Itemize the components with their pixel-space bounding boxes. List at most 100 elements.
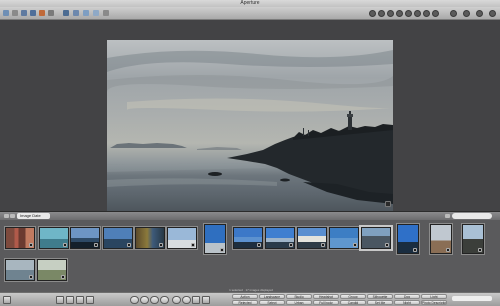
thumbnail-badge-icon [289,243,293,247]
window-title-bar: Aperture [0,0,500,7]
compare-icon[interactable] [83,10,89,16]
stack-icon[interactable] [73,10,79,16]
thumbnail-coast-2[interactable] [265,227,295,249]
view-mode-icon[interactable] [103,10,109,16]
next-button[interactable] [182,296,191,304]
light-table-icon[interactable] [39,10,45,16]
thumbnail-badge-icon [220,248,224,252]
metadata-icon[interactable] [489,10,496,17]
thumbnail-badge-icon [321,243,325,247]
layout-icon[interactable] [93,10,99,16]
thumbnail-winter-trees[interactable] [167,227,197,249]
thumbnail-badge-icon [94,243,98,247]
adjust-icon[interactable] [476,10,483,17]
window-title: Aperture [240,0,260,6]
thumbnail-red-doors[interactable] [5,227,35,249]
filmstrip-toggle-icon[interactable] [56,296,64,304]
keyword-button-studio[interactable]: Studio [286,294,312,299]
keyword-button-rejected[interactable]: Rejected [232,300,258,305]
smart-album-icon[interactable] [63,10,69,16]
thumbnail-badge-icon [29,275,33,279]
viewer-toggle-icon[interactable] [66,296,74,304]
keyword-button-light[interactable]: Light [421,294,447,299]
sort-select-value: Image Date [20,213,41,218]
stack-button[interactable] [202,296,210,304]
thumbnail-trees-lake[interactable] [135,227,165,249]
red-eye-icon[interactable] [405,10,412,17]
straighten-icon[interactable] [396,10,403,17]
new-project-icon[interactable] [3,10,9,16]
keyword-button-candid[interactable]: Candid [340,300,366,305]
thumbnail-silhouette[interactable] [462,224,484,254]
rating-up-button[interactable] [150,296,159,304]
thumbnail-rooftop[interactable] [39,227,69,249]
spot-patch-icon[interactable] [414,10,421,17]
thumbnail-badge-icon [385,243,389,247]
thumbnail-hazy-sea[interactable] [5,259,35,281]
show-projects-icon[interactable] [3,296,11,304]
grid-view-icon[interactable] [4,214,9,218]
web-gallery-icon[interactable] [30,10,36,16]
thumbnail-badge-icon [191,243,195,247]
inspector-icon[interactable] [463,10,470,17]
main-photo[interactable] [107,40,393,228]
thumbnail-shoreline-2[interactable] [103,227,133,249]
keyword-button-landscape[interactable]: Landscape [259,294,285,299]
browser-header: Image Date [0,211,500,220]
sort-select[interactable]: Image Date [17,213,50,219]
keyword-button-headshot[interactable]: Headshot [313,294,339,299]
fullscreen-toggle-icon[interactable] [86,296,94,304]
keyword-button-silhouette[interactable]: Silhouette [367,294,393,299]
thumbnail-coast-1[interactable] [233,227,263,249]
keyword-input[interactable] [452,296,492,301]
thumbnail-badge-icon [413,248,417,252]
rotate-right-icon[interactable] [378,10,385,17]
thumbnail-badge-icon [61,275,65,279]
thumbnail-bright-coast[interactable] [297,227,327,249]
thumbnail-badge-icon [257,243,261,247]
select-button[interactable] [160,296,169,304]
keyword-button-full-body[interactable]: Full body [313,300,339,305]
thumbnail-shoreline-1[interactable] [70,227,100,249]
thumbnail-landscape[interactable] [37,259,67,281]
thumbnail-rocks[interactable] [361,227,391,249]
lift-stamp-icon[interactable] [423,10,430,17]
browser-toggle-icon[interactable] [76,296,84,304]
thumbnail-badge-icon [127,243,131,247]
thumbnail-blue-sky[interactable] [397,224,419,254]
book-icon[interactable] [48,10,54,16]
keyword-button-night[interactable]: Night [394,300,420,305]
album-icon[interactable] [21,10,27,16]
thumbnail-badge-icon [353,243,357,247]
keyword-button-set-me[interactable]: Set Me [367,300,393,305]
thumbnail-badge-icon [63,243,67,247]
hud-icon[interactable] [432,10,439,17]
list-view-icon[interactable] [10,214,15,218]
thumbnail-blue-water[interactable] [329,227,359,249]
search-input[interactable] [452,213,492,219]
thumbnail-badge-icon [478,248,482,252]
loupe-icon[interactable] [450,10,457,17]
browser-pane [0,220,500,292]
keyword-buttons: Action Landscape Studio Headshot Group Silhou… [232,293,450,306]
toolbar [0,7,500,20]
thumbnail-tree-sky[interactable] [204,224,226,254]
keyword-button-group[interactable]: Group [340,294,366,299]
keyword-button-action[interactable]: Action [232,294,258,299]
rotate-left-icon[interactable] [369,10,376,17]
keyword-button-dog[interactable]: Dog [394,294,420,299]
crop-icon[interactable] [387,10,394,17]
previous-button[interactable] [172,296,181,304]
keyword-button-photo-description[interactable]: Photo Description [421,300,447,305]
thumbnail-badge-icon [29,243,33,247]
reject-button[interactable] [130,296,139,304]
full-screen-icon[interactable] [385,201,391,207]
keyword-button-urban[interactable]: Urban [286,300,312,305]
import-icon[interactable] [12,10,18,16]
keyword-button-select[interactable]: Select [259,300,285,305]
thumbnail-badge-icon [159,243,163,247]
thumbnail-bare-tree[interactable] [430,224,452,254]
rating-down-button[interactable] [140,296,149,304]
filter-icon[interactable] [445,214,450,218]
rotate-button[interactable] [192,296,200,304]
